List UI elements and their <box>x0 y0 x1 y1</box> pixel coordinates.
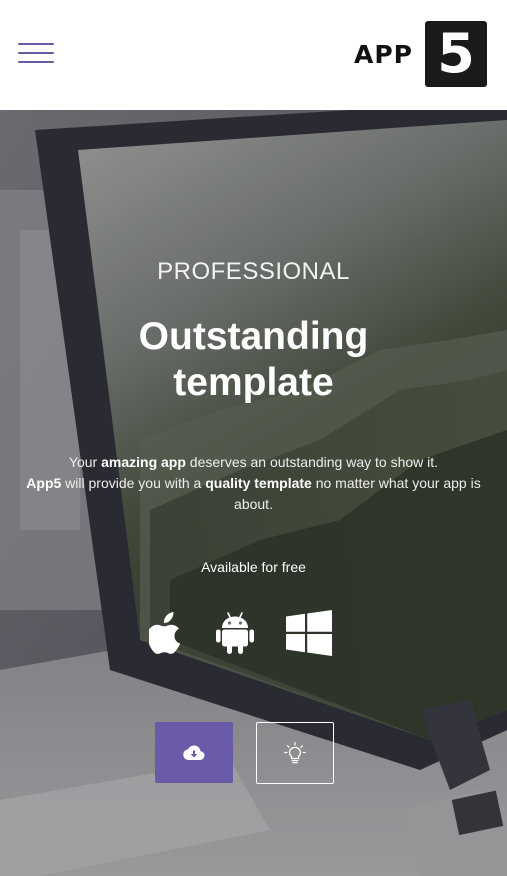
cloud-download-icon <box>183 745 205 760</box>
page: APP 5 PROFESSIONAL Outstanding template … <box>0 0 507 876</box>
cta-buttons <box>0 722 507 784</box>
platform-icons <box>0 610 507 656</box>
apple-icon[interactable] <box>149 610 185 656</box>
android-icon[interactable] <box>216 610 254 656</box>
hero-description: Your amazing app deserves an outstanding… <box>14 452 493 515</box>
available-label: Available for free <box>201 559 306 575</box>
hero-headline-line-2: template <box>173 361 334 404</box>
windows-icon[interactable] <box>286 610 332 656</box>
description-text: Your <box>68 454 102 470</box>
logo-text: APP <box>354 39 413 69</box>
logo[interactable]: APP 5 <box>354 21 487 87</box>
hero-section: PROFESSIONAL Outstanding template Your a… <box>0 110 507 876</box>
description-text: deserves an outstanding way to show it. <box>185 454 439 470</box>
description-bold: amazing app <box>101 454 186 470</box>
logo-number-box: 5 <box>425 21 487 87</box>
menu-icon-line <box>18 61 54 63</box>
menu-icon[interactable] <box>16 40 56 66</box>
download-button[interactable] <box>155 722 233 783</box>
hero-kicker: PROFESSIONAL <box>157 258 350 285</box>
menu-icon-line <box>18 52 54 54</box>
description-bold: quality template <box>205 475 312 491</box>
header: APP 5 <box>0 0 507 110</box>
hero-headline-line-1: Outstanding <box>138 315 369 358</box>
lightbulb-icon <box>284 742 306 764</box>
idea-button[interactable] <box>256 722 334 784</box>
menu-icon-line <box>18 43 54 45</box>
description-text: will provide you with a <box>61 475 206 491</box>
hero-headline: Outstanding template <box>0 314 507 406</box>
description-bold: App5 <box>26 475 62 491</box>
